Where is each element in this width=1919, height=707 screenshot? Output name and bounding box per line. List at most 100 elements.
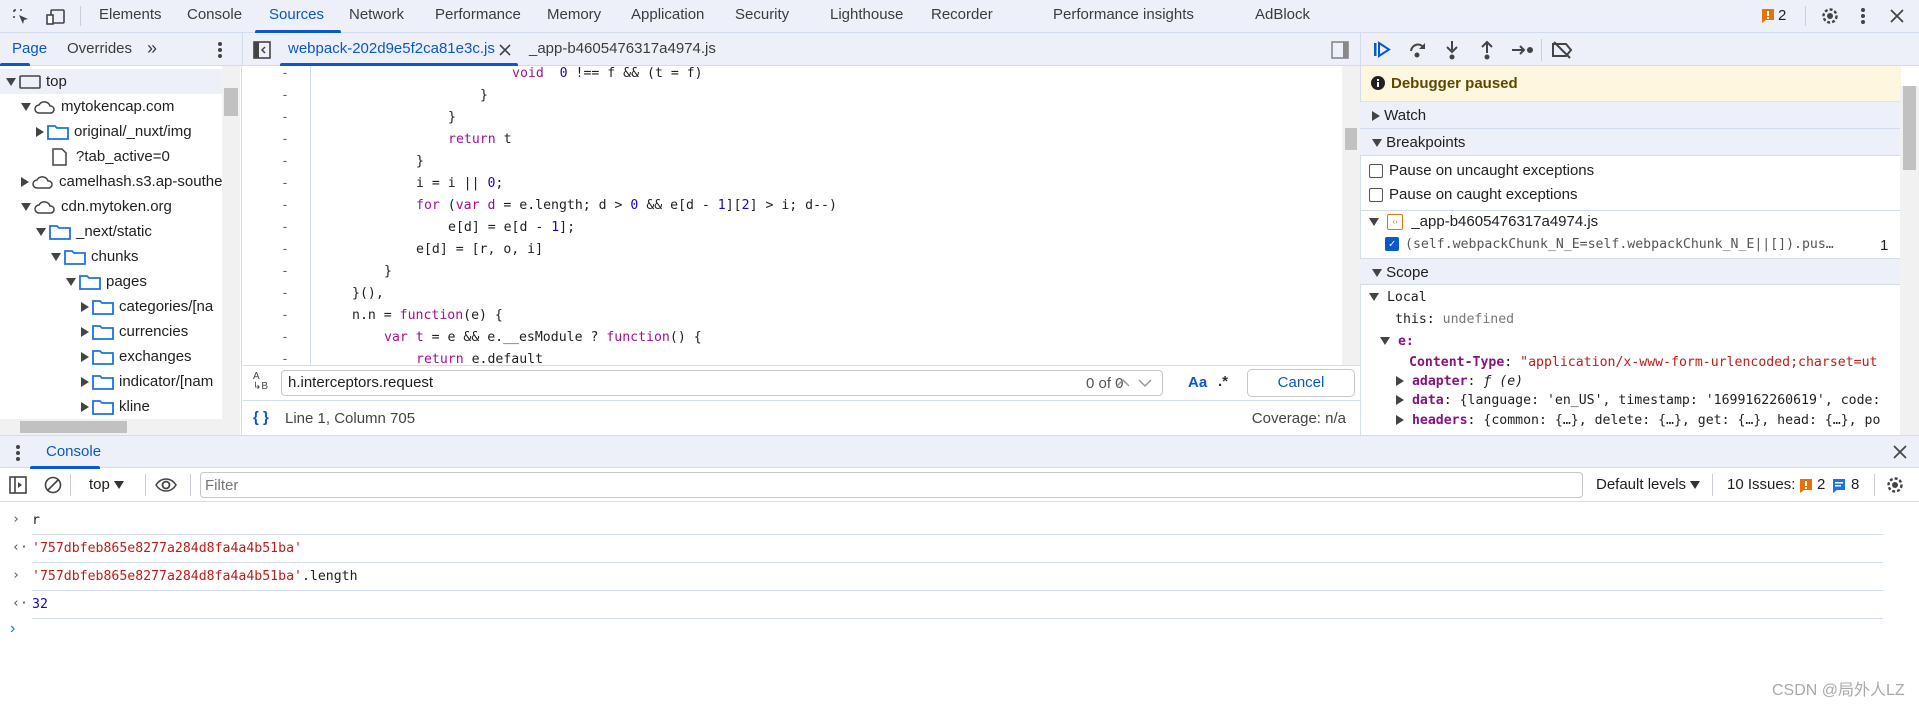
collapsed-arrow-icon[interactable]	[81, 377, 89, 388]
line-number[interactable]: -	[281, 217, 289, 239]
tab-sources[interactable]: Sources	[269, 0, 324, 33]
tab-adblock[interactable]: AdBlock	[1255, 0, 1310, 33]
console-prompt-chevron-icon[interactable]: ›	[10, 620, 15, 638]
resume-icon[interactable]	[1372, 40, 1392, 60]
tree-item[interactable]: exchanges	[0, 344, 222, 369]
tab-memory[interactable]: Memory	[547, 0, 601, 33]
line-number[interactable]: -	[281, 261, 289, 283]
expanded-arrow-icon[interactable]	[36, 228, 46, 237]
tree-item[interactable]: mytokencap.com	[0, 94, 222, 119]
step-out-icon[interactable]	[1477, 40, 1497, 60]
code-editor[interactable]: - void 0 !== f && (t = f) -} -} - return t -} -…	[243, 66, 1360, 365]
line-number[interactable]: -	[281, 66, 289, 85]
match-case-button[interactable]: Aa	[1188, 374, 1207, 391]
breakpoints-section-header[interactable]: Breakpoints	[1360, 129, 1900, 156]
editor-tab-app[interactable]: _app-b4605476317a4974.js	[529, 33, 716, 66]
cancel-search-button[interactable]: Cancel	[1247, 369, 1355, 397]
expanded-arrow-icon[interactable]	[21, 103, 31, 112]
pause-caught-checkbox[interactable]: Pause on caught exceptions	[1369, 186, 1577, 203]
collapsed-arrow-icon[interactable]	[81, 402, 89, 413]
tab-recorder[interactable]: Recorder	[931, 0, 993, 33]
inspect-element-icon[interactable]	[12, 8, 30, 26]
line-number[interactable]: -	[281, 305, 289, 327]
tree-item[interactable]: chunks	[0, 244, 222, 269]
scope-local[interactable]: Local	[1369, 290, 1427, 305]
tree-item[interactable]: indicator/[nam	[0, 369, 222, 394]
console-settings-gear-icon[interactable]	[1885, 475, 1905, 495]
tree-item[interactable]: ?tab_active=0	[0, 144, 222, 169]
tree-item[interactable]: _next/static	[0, 219, 222, 244]
editor-tab-webpack[interactable]: webpack-202d9e5f2ca81e3c.js	[288, 33, 495, 66]
line-number[interactable]: -	[281, 151, 289, 173]
tree-item[interactable]: kline	[0, 394, 222, 419]
issues-counter[interactable]: 10 Issues:	[1727, 476, 1795, 493]
step-icon[interactable]	[1511, 40, 1535, 60]
live-expression-eye-icon[interactable]	[155, 476, 177, 494]
replace-toggle-icon[interactable]: A ↳B	[253, 372, 268, 392]
navigator-vertical-scrollbar[interactable]	[222, 66, 240, 419]
tab-performance[interactable]: Performance	[435, 0, 521, 33]
watch-section-header[interactable]: Watch	[1360, 102, 1900, 129]
line-number[interactable]: -	[281, 173, 289, 195]
console-sidebar-icon[interactable]	[9, 476, 27, 494]
issues-count[interactable]: 2	[1778, 7, 1786, 24]
deactivate-breakpoints-icon[interactable]	[1551, 40, 1573, 60]
step-into-icon[interactable]	[1442, 40, 1462, 60]
collapsed-arrow-icon[interactable]	[81, 302, 89, 313]
device-toolbar-icon[interactable]	[46, 8, 66, 26]
tree-item[interactable]: original/_nuxt/img	[0, 119, 222, 144]
tab-elements[interactable]: Elements	[99, 0, 162, 33]
regex-button[interactable]: .*	[1218, 373, 1228, 390]
expanded-arrow-icon[interactable]	[51, 253, 61, 262]
close-drawer-icon[interactable]	[1893, 445, 1907, 459]
pause-uncaught-checkbox[interactable]: Pause on uncaught exceptions	[1369, 162, 1594, 179]
line-number[interactable]: -	[281, 239, 289, 261]
navigator-menu-icon[interactable]	[217, 40, 223, 60]
line-number[interactable]: -	[281, 283, 289, 305]
tree-item[interactable]: top	[0, 69, 222, 94]
editor-vertical-scrollbar[interactable]	[1342, 66, 1360, 365]
log-levels-dropdown[interactable]: Default levels	[1596, 476, 1701, 493]
line-number[interactable]: -	[281, 327, 289, 349]
tree-item[interactable]: camelhash.s3.ap-southe	[0, 169, 222, 194]
line-number[interactable]: -	[281, 107, 289, 129]
navigator-horizontal-scrollbar[interactable]	[0, 419, 240, 435]
scope-adapter[interactable]: adapter: ƒ (e)	[1396, 374, 1523, 389]
line-number[interactable]: -	[281, 85, 289, 107]
close-devtools-icon[interactable]	[1889, 8, 1905, 24]
tab-performance-insights[interactable]: Performance insights	[1053, 0, 1194, 33]
collapsed-arrow-icon[interactable]	[81, 327, 89, 338]
issues-warning-icon[interactable]	[1762, 9, 1774, 23]
breakpoint-file-row[interactable]: ‹› _app-b4605476317a4974.js	[1369, 213, 1598, 231]
tab-application[interactable]: Application	[631, 0, 704, 33]
breakpoint-entry[interactable]: ✓ (self.webpackChunk_N_E=self.webpackChun…	[1385, 237, 1834, 252]
expanded-arrow-icon[interactable]	[6, 78, 16, 87]
toggle-navigator-icon[interactable]	[253, 41, 271, 59]
step-over-icon[interactable]	[1408, 40, 1428, 60]
search-input[interactable]: h.interceptors.request	[281, 370, 1163, 396]
toggle-debugger-icon[interactable]	[1331, 41, 1349, 59]
tab-lighthouse[interactable]: Lighthouse	[830, 0, 903, 33]
line-number[interactable]: -	[281, 349, 289, 365]
scope-headers[interactable]: headers: {common: {…}, delete: {…}, get:…	[1396, 413, 1899, 428]
tab-overrides[interactable]: Overrides	[67, 33, 132, 66]
tree-item[interactable]: pages	[0, 269, 222, 294]
scope-data[interactable]: data: {language: 'en_US', timestamp: '16…	[1396, 393, 1899, 408]
tab-console[interactable]: Console	[187, 0, 242, 33]
expanded-arrow-icon[interactable]	[21, 203, 31, 212]
console-filter-input[interactable]	[200, 472, 1583, 498]
drawer-menu-icon[interactable]	[15, 443, 21, 463]
tree-item[interactable]: currencies	[0, 319, 222, 344]
drawer-tab-console[interactable]: Console	[46, 436, 101, 469]
collapsed-arrow-icon[interactable]	[21, 177, 29, 188]
close-tab-icon[interactable]	[499, 44, 511, 56]
tab-network[interactable]: Network	[349, 0, 404, 33]
more-tabs-chevron-icon[interactable]: »	[147, 33, 157, 66]
pretty-print-icon[interactable]: { }	[253, 409, 269, 426]
settings-gear-icon[interactable]	[1820, 6, 1840, 26]
previous-match-chevron-up-icon[interactable]	[1113, 374, 1153, 392]
more-options-icon[interactable]	[1860, 6, 1866, 26]
collapsed-arrow-icon[interactable]	[36, 127, 44, 138]
tree-item[interactable]: categories/[na	[0, 294, 222, 319]
clear-console-icon[interactable]	[44, 476, 62, 494]
